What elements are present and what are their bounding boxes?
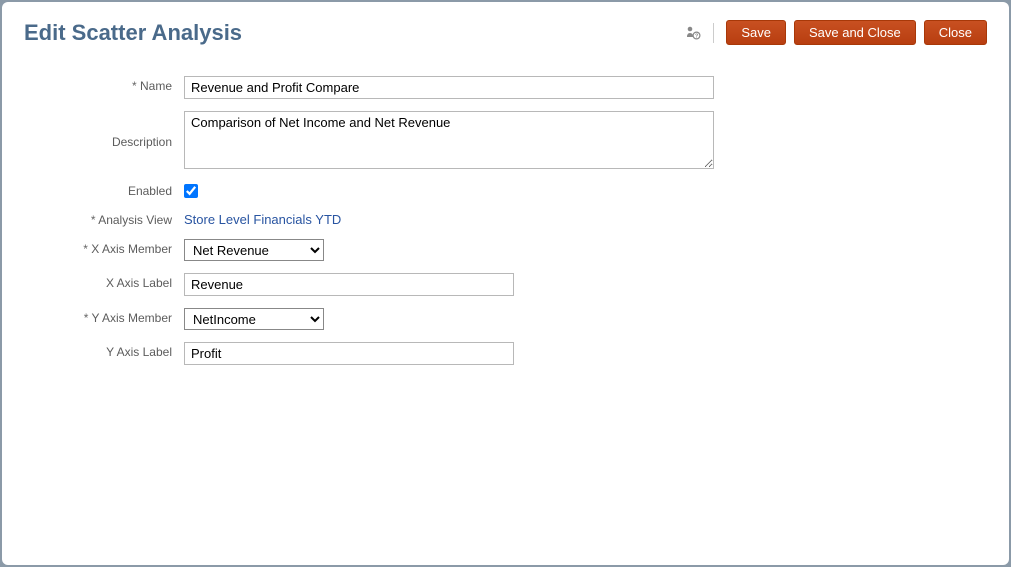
- edit-scatter-panel: Edit Scatter Analysis ? Save Save and Cl…: [2, 2, 1009, 565]
- form-area: Name Description Enabled Analysis View S…: [54, 76, 987, 365]
- y-axis-member-label: Y Axis Member: [54, 308, 184, 325]
- name-label: Name: [54, 76, 184, 93]
- x-axis-member-label: X Axis Member: [54, 239, 184, 256]
- x-axis-label-label: X Axis Label: [54, 273, 184, 290]
- x-axis-label-input[interactable]: [184, 273, 514, 296]
- description-textarea[interactable]: [184, 111, 714, 169]
- action-bar: ? Save Save and Close Close: [685, 20, 987, 45]
- enabled-label: Enabled: [54, 181, 184, 198]
- analysis-view-link[interactable]: Store Level Financials YTD: [184, 210, 341, 227]
- y-axis-label-label: Y Axis Label: [54, 342, 184, 359]
- header-row: Edit Scatter Analysis ? Save Save and Cl…: [24, 20, 987, 46]
- name-input[interactable]: [184, 76, 714, 99]
- analysis-view-label: Analysis View: [54, 210, 184, 227]
- description-label: Description: [54, 111, 184, 149]
- page-title: Edit Scatter Analysis: [24, 20, 242, 46]
- y-axis-label-input[interactable]: [184, 342, 514, 365]
- y-axis-member-select[interactable]: NetIncome: [184, 308, 324, 330]
- help-icon[interactable]: ?: [685, 25, 701, 41]
- separator: [713, 23, 714, 43]
- save-close-button[interactable]: Save and Close: [794, 20, 916, 45]
- enabled-checkbox[interactable]: [184, 184, 198, 198]
- x-axis-member-select[interactable]: Net Revenue: [184, 239, 324, 261]
- save-button[interactable]: Save: [726, 20, 786, 45]
- close-button[interactable]: Close: [924, 20, 987, 45]
